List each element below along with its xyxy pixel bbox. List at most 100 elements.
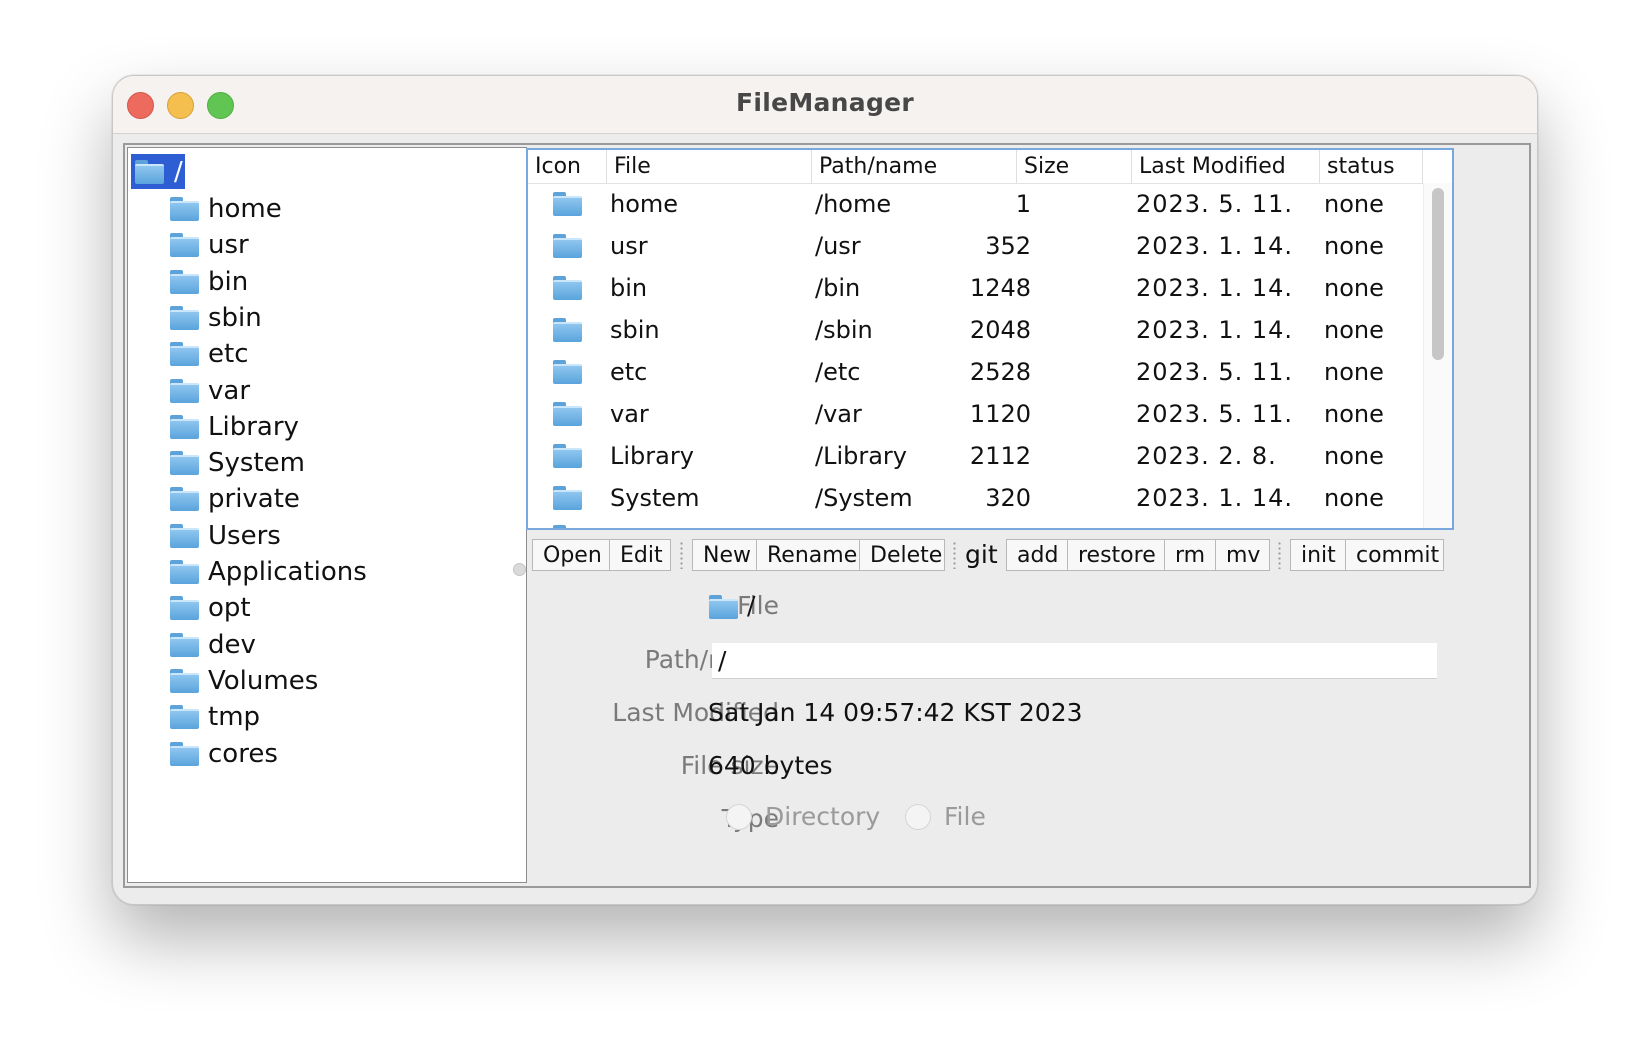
folder-icon xyxy=(553,276,582,300)
tree-item-private[interactable]: private xyxy=(170,481,300,517)
tree-item-opt[interactable]: opt xyxy=(170,590,251,626)
size-cell: 352 xyxy=(985,232,1031,260)
tree-item-label: bin xyxy=(208,266,249,297)
table-row[interactable]: usr/usr 352 2023. 1. 14. none xyxy=(528,225,1423,267)
last-modified-cell: 2023. 1. 14. xyxy=(1136,484,1294,512)
git-restore-button[interactable]: restore xyxy=(1067,539,1165,571)
folder-icon xyxy=(553,525,582,528)
path-cell: /var xyxy=(815,400,862,428)
table-row[interactable]: bin/bin 1248 2023. 1. 14. none xyxy=(528,267,1423,309)
tree-item-system[interactable]: System xyxy=(170,445,305,481)
git-commit-button[interactable]: commit xyxy=(1345,539,1444,571)
type-file-label[interactable]: File xyxy=(944,802,986,831)
split-pane-divider[interactable] xyxy=(513,563,526,576)
folder-icon xyxy=(170,451,199,476)
size-cell: 320 xyxy=(985,484,1031,512)
file-cell: home xyxy=(610,190,679,218)
tree-item-volumes[interactable]: Volumes xyxy=(170,663,318,699)
column-header-status[interactable]: status xyxy=(1320,150,1423,183)
git-add-button[interactable]: add xyxy=(1006,539,1068,571)
folder-icon xyxy=(170,668,199,693)
folder-icon xyxy=(553,444,582,468)
folder-tree[interactable]: / home usr bin sbin etc var Library System priva… xyxy=(127,147,527,883)
folder-icon xyxy=(170,705,199,730)
table-row[interactable]: etc/etc 2528 2023. 5. 11. none xyxy=(528,351,1423,393)
folder-icon xyxy=(170,741,199,766)
tree-item-usr[interactable]: usr xyxy=(170,227,249,263)
folder-icon xyxy=(170,414,199,439)
folder-icon xyxy=(170,632,199,657)
scrollbar-thumb[interactable] xyxy=(1432,188,1444,360)
file-table[interactable]: Icon File Path/name Size Last Modified s… xyxy=(526,148,1454,530)
tree-item-applications[interactable]: Applications xyxy=(170,554,367,590)
file-value: / xyxy=(747,591,756,620)
tree-item-bin[interactable]: bin xyxy=(170,264,248,300)
tree-item-home[interactable]: home xyxy=(170,191,282,227)
edit-button[interactable]: Edit xyxy=(609,539,671,571)
tree-item-label: private xyxy=(208,484,300,515)
path-cell: /Library xyxy=(815,442,908,470)
toolbar-separator xyxy=(1278,541,1281,569)
file-cell: var xyxy=(610,400,649,428)
tree-item-dev[interactable]: dev xyxy=(170,627,256,663)
tree-item-tmp[interactable]: tmp xyxy=(170,699,260,735)
folder-icon xyxy=(553,360,582,384)
last-modified-cell: 2023. 2. 8. xyxy=(1136,442,1277,470)
tree-item-label: cores xyxy=(208,738,278,769)
tree-item-label: tmp xyxy=(208,702,261,733)
path-cell: /etc xyxy=(815,358,861,386)
table-row[interactable]: Library/Library 2112 2023. 2. 8. none xyxy=(528,435,1423,477)
folder-icon xyxy=(170,378,199,403)
path-cell: /System xyxy=(815,484,913,512)
column-header-last-modified[interactable]: Last Modified xyxy=(1132,150,1320,183)
column-header-size[interactable]: Size xyxy=(1017,150,1132,183)
column-header-path[interactable]: Path/name xyxy=(812,150,1017,183)
status-cell: none xyxy=(1324,232,1384,260)
tree-item-label: Users xyxy=(208,520,281,551)
git-init-button[interactable]: init xyxy=(1290,539,1346,571)
file-cell: etc xyxy=(610,358,648,386)
folder-icon xyxy=(553,486,582,510)
type-directory-radio[interactable] xyxy=(726,804,752,830)
table-row[interactable]: home/home 1 2023. 5. 11. none xyxy=(528,183,1423,225)
file-manager-window: FileManager / home usr bin sbin etc var Librar… xyxy=(112,75,1538,905)
new-button[interactable]: New xyxy=(692,539,757,571)
file-cell: usr xyxy=(610,232,648,260)
last-modified-cell: 2023. 1. 14. xyxy=(1136,316,1294,344)
tree-root-item[interactable]: / xyxy=(131,154,185,189)
tree-item-etc[interactable]: etc xyxy=(170,336,249,372)
window-title: FileManager xyxy=(735,88,915,117)
tree-item-label: usr xyxy=(208,230,249,261)
column-header-icon[interactable]: Icon xyxy=(528,150,607,183)
tree-item-label: etc xyxy=(208,339,249,370)
file-cell: Library xyxy=(610,442,694,470)
last-modified-cell: 2023. 5. 11. xyxy=(1136,358,1294,386)
tree-item-library[interactable]: Library xyxy=(170,409,299,445)
table-vertical-scrollbar[interactable] xyxy=(1423,183,1452,528)
column-header-file[interactable]: File xyxy=(607,150,812,183)
table-row[interactable]: var/var 1120 2023. 5. 11. none xyxy=(528,393,1423,435)
folder-icon xyxy=(553,525,582,528)
path-cell: /sbin xyxy=(815,316,873,344)
tree-item-sbin[interactable]: sbin xyxy=(170,300,262,336)
table-row[interactable]: System/System 320 2023. 1. 14. none xyxy=(528,477,1423,519)
folder-icon xyxy=(170,197,199,221)
type-directory-label[interactable]: Directory xyxy=(765,802,880,831)
type-file-radio[interactable] xyxy=(905,804,931,830)
folder-icon xyxy=(553,234,582,258)
delete-button[interactable]: Delete xyxy=(859,539,945,571)
git-rm-button[interactable]: rm xyxy=(1164,539,1216,571)
row-icon-cell xyxy=(553,360,582,384)
git-mv-button[interactable]: mv xyxy=(1215,539,1270,571)
tree-item-var[interactable]: var xyxy=(170,373,250,409)
tree-root-label: / xyxy=(174,156,183,187)
rename-button[interactable]: Rename xyxy=(756,539,860,571)
folder-icon xyxy=(170,233,199,258)
table-row[interactable]: sbin/sbin 2048 2023. 1. 14. none xyxy=(528,309,1423,351)
tree-item-cores[interactable]: cores xyxy=(170,736,278,772)
tree-item-users[interactable]: Users xyxy=(170,518,281,554)
path-cell: /usr xyxy=(815,232,861,260)
tree-item-label: Volumes xyxy=(208,665,319,696)
path-name-input[interactable] xyxy=(712,643,1437,679)
open-button[interactable]: Open xyxy=(532,539,610,571)
